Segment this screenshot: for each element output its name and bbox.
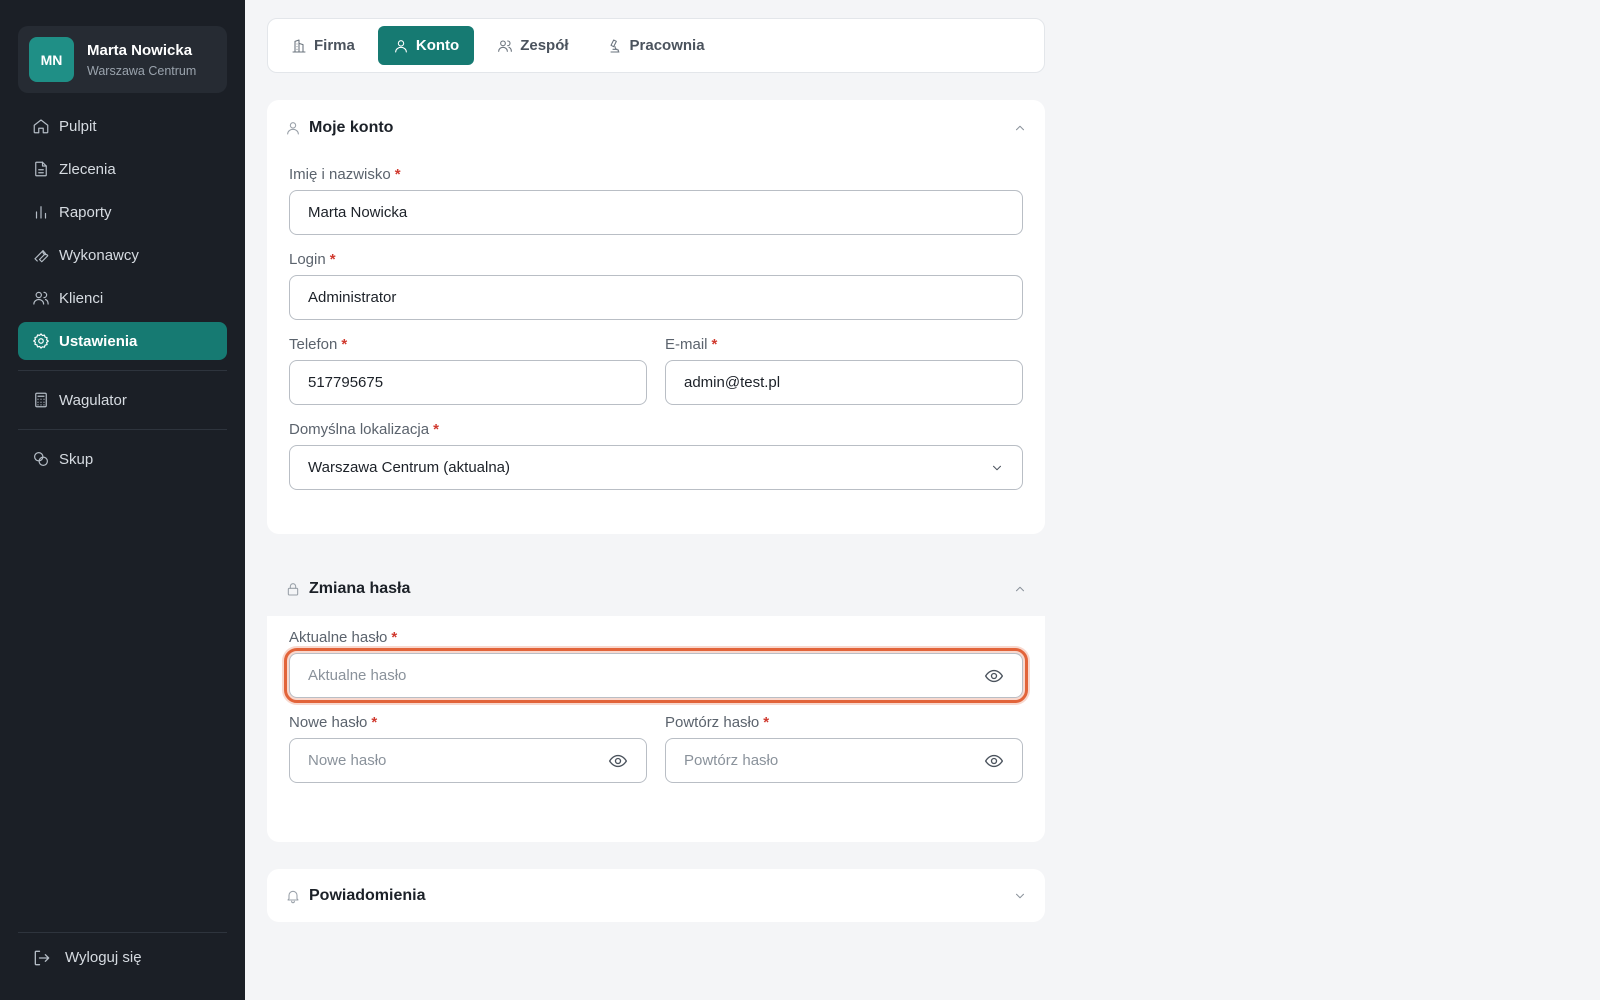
field-label: Powtórz hasło * xyxy=(665,714,770,731)
chevron-up-icon[interactable] xyxy=(1013,121,1027,135)
eye-icon[interactable] xyxy=(608,751,628,771)
location-field: Domyślna lokalizacja * Warszawa Centrum (… xyxy=(289,420,1023,490)
tab-label: Zespół xyxy=(520,37,569,54)
chevron-down-icon[interactable] xyxy=(1013,889,1027,903)
chevron-up-icon[interactable] xyxy=(1013,582,1027,596)
field-label: E-mail * xyxy=(665,336,718,353)
tab-firma[interactable]: Firma xyxy=(276,26,370,65)
tab-label: Konto xyxy=(415,37,460,54)
coins-icon xyxy=(34,452,48,466)
sidebar-item-skup[interactable]: Skup xyxy=(18,440,227,478)
building-icon xyxy=(292,38,306,53)
current-password-field: Aktualne hasło * Aktualne hasło xyxy=(284,628,1028,703)
login-input[interactable]: Administrator xyxy=(289,275,1023,320)
user-name: Marta Nowicka xyxy=(87,41,193,59)
password-card-title: Zmiana hasła xyxy=(309,579,411,597)
tab-zespol[interactable]: Zespół xyxy=(482,26,583,65)
phone-field: Telefon * 517795675 xyxy=(289,335,647,405)
repeat-password-field: Powtórz hasło * Powtórz hasło xyxy=(665,713,1023,783)
sidebar-item-label: Zlecenia xyxy=(59,160,116,178)
calculator-icon xyxy=(35,392,47,408)
repeat-password-input[interactable]: Powtórz hasło xyxy=(665,738,1023,783)
new-password-field: Nowe hasło * Nowe hasło xyxy=(289,713,647,783)
users-icon xyxy=(33,291,49,305)
field-label: Telefon * xyxy=(289,336,348,353)
sidebar-item-label: Wagulator xyxy=(59,391,127,409)
sidebar-nav: Pulpit Zlecenia Raporty Wykonawcy Klienc… xyxy=(18,107,227,360)
settings-tabs: Firma Konto Zespół Pracownia xyxy=(267,18,1045,73)
user-icon xyxy=(394,39,407,53)
sidebar: MN Marta Nowicka Warszawa Centrum Pulpit… xyxy=(0,0,245,1000)
tab-pracownia[interactable]: Pracownia xyxy=(592,26,720,65)
logout-label: Wyloguj się xyxy=(65,949,142,966)
logout-button[interactable]: Wyloguj się xyxy=(18,932,227,982)
logout-icon xyxy=(34,950,50,965)
location-select[interactable]: Warszawa Centrum (aktualna) xyxy=(289,445,1023,490)
sidebar-item-klienci[interactable]: Klienci xyxy=(18,279,227,317)
account-card: Moje konto Imię i nazwisko * Marta Nowick… xyxy=(267,100,1045,534)
full-name-field: Imię i nazwisko * Marta Nowicka xyxy=(289,165,1023,235)
home-icon xyxy=(33,119,49,134)
sidebar-item-label: Pulpit xyxy=(59,117,97,135)
tab-label: Firma xyxy=(314,37,355,54)
tab-konto[interactable]: Konto xyxy=(377,26,475,65)
sidebar-divider xyxy=(18,429,227,430)
chevron-down-icon xyxy=(992,465,1002,470)
notifications-card-header[interactable]: Powiadomienia xyxy=(267,869,1045,922)
eye-icon[interactable] xyxy=(984,751,1004,771)
bell-icon xyxy=(287,890,299,903)
eye-icon[interactable] xyxy=(984,666,1004,686)
user-card[interactable]: MN Marta Nowicka Warszawa Centrum xyxy=(18,26,227,93)
sidebar-item-label: Skup xyxy=(59,450,94,468)
account-card-header[interactable]: Moje konto xyxy=(267,100,1045,155)
wrench-icon xyxy=(34,250,49,263)
notifications-card-title: Powiadomienia xyxy=(309,886,426,904)
full-name-input[interactable]: Marta Nowicka xyxy=(289,190,1023,235)
field-label: Login * xyxy=(289,251,336,268)
login-field: Login * Administrator xyxy=(289,250,1023,320)
notifications-card: Powiadomienia xyxy=(267,869,1045,922)
current-password-input[interactable]: Aktualne hasło xyxy=(284,648,1028,703)
lock-icon xyxy=(287,582,299,596)
field-label: Imię i nazwisko * xyxy=(289,166,401,183)
sidebar-item-wagulator[interactable]: Wagulator xyxy=(18,381,227,419)
email-field: E-mail * admin@test.pl xyxy=(665,335,1023,405)
field-label: Aktualne hasło * xyxy=(289,629,398,646)
user-location: Warszawa Centrum xyxy=(87,63,197,78)
phone-input[interactable]: 517795675 xyxy=(289,360,647,405)
bar-chart-icon xyxy=(35,206,47,219)
email-input[interactable]: admin@test.pl xyxy=(665,360,1023,405)
account-card-title: Moje konto xyxy=(309,118,394,136)
microscope-icon xyxy=(609,38,620,53)
user-icon xyxy=(287,121,299,135)
field-label: Nowe hasło * xyxy=(289,714,378,731)
team-icon xyxy=(498,39,513,52)
sidebar-item-wykonawcy[interactable]: Wykonawcy xyxy=(18,236,227,274)
password-card: Zmiana hasła Aktualne hasło * Aktualne ha… xyxy=(267,561,1045,842)
password-card-header[interactable]: Zmiana hasła xyxy=(267,561,1045,616)
sidebar-item-pulpit[interactable]: Pulpit xyxy=(18,107,227,145)
sidebar-item-label: Wykonawcy xyxy=(59,246,139,264)
sidebar-item-ustawienia[interactable]: Ustawienia xyxy=(18,322,227,360)
sidebar-item-label: Klienci xyxy=(59,289,104,307)
sidebar-divider xyxy=(18,370,227,371)
document-icon xyxy=(35,161,47,177)
new-password-input[interactable]: Nowe hasło xyxy=(289,738,647,783)
sidebar-item-label: Raporty xyxy=(59,203,112,221)
gear-icon xyxy=(33,333,49,349)
tab-label: Pracownia xyxy=(629,37,705,54)
sidebar-item-raporty[interactable]: Raporty xyxy=(18,193,227,231)
main-content: Firma Konto Zespół Pracownia Moje konto xyxy=(245,0,1600,1000)
sidebar-item-label: Ustawienia xyxy=(59,332,138,350)
avatar: MN xyxy=(29,37,74,82)
field-label: Domyślna lokalizacja * xyxy=(289,421,439,438)
sidebar-item-zlecenia[interactable]: Zlecenia xyxy=(18,150,227,188)
